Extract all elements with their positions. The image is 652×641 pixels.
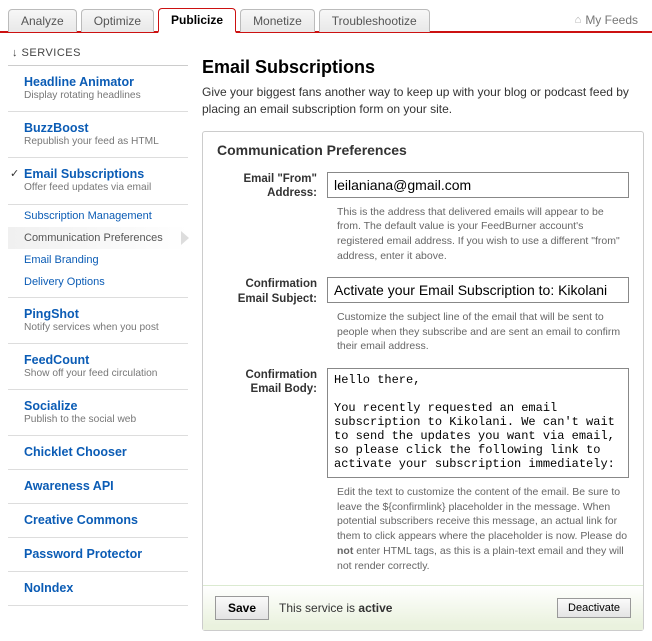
tab-troubleshootize[interactable]: Troubleshootize	[319, 9, 430, 32]
svc-title: Headline Animator	[24, 75, 184, 90]
svc-desc: Publish to the social web	[24, 414, 184, 426]
communication-preferences-panel: Communication Preferences Email "From" A…	[202, 131, 644, 631]
sidebar-item-socialize[interactable]: Socialize Publish to the social web	[8, 390, 188, 436]
confirmation-subject-input[interactable]	[327, 277, 629, 303]
sidebar-sub-subscription-management[interactable]: Subscription Management	[8, 205, 188, 227]
panel-heading: Communication Preferences	[203, 132, 643, 164]
tab-bar: Analyze Optimize Publicize Monetize Trou…	[0, 0, 652, 33]
svc-title: Socialize	[24, 399, 184, 414]
svc-title: Chicklet Chooser	[24, 445, 184, 460]
svc-title: BuzzBoost	[24, 121, 184, 136]
confirmation-body-label: Confirmation Email Body:	[217, 368, 327, 481]
main-content: Email Subscriptions Give your biggest fa…	[188, 33, 652, 641]
save-bar: Save This service is active Deactivate	[203, 585, 643, 630]
from-address-input[interactable]	[327, 172, 629, 198]
sidebar-sub-email-branding[interactable]: Email Branding	[8, 249, 188, 271]
svc-title: Awareness API	[24, 479, 184, 494]
sidebar-sub-delivery-options[interactable]: Delivery Options	[8, 271, 188, 293]
sidebar-item-feedcount[interactable]: FeedCount Show off your feed circulation	[8, 344, 188, 390]
deactivate-button[interactable]: Deactivate	[557, 598, 631, 618]
sidebar-item-email-subscriptions[interactable]: Email Subscriptions Offer feed updates v…	[8, 158, 188, 204]
sidebar-item-buzzboost[interactable]: BuzzBoost Republish your feed as HTML	[8, 112, 188, 158]
confirmation-body-textarea[interactable]	[327, 368, 629, 478]
tab-analyze[interactable]: Analyze	[8, 9, 77, 32]
sidebar-item-pingshot[interactable]: PingShot Notify services when you post	[8, 298, 188, 344]
my-feeds-label: My Feeds	[585, 13, 638, 27]
svc-desc: Republish your feed as HTML	[24, 136, 184, 148]
svc-title: Password Protector	[24, 547, 184, 562]
home-icon: ⌂	[575, 14, 582, 26]
svc-title: Creative Commons	[24, 513, 184, 528]
svc-title: NoIndex	[24, 581, 184, 596]
tab-monetize[interactable]: Monetize	[240, 9, 315, 32]
sidebar-item-chicklet-chooser[interactable]: Chicklet Chooser	[8, 436, 188, 470]
confirmation-body-help: Edit the text to customize the content o…	[203, 481, 643, 579]
service-status: This service is active	[279, 601, 392, 615]
sidebar-item-headline-animator[interactable]: Headline Animator Display rotating headl…	[8, 66, 188, 112]
confirmation-subject-label: Confirmation Email Subject:	[217, 277, 327, 306]
page-title: Email Subscriptions	[202, 57, 644, 78]
tab-optimize[interactable]: Optimize	[81, 9, 154, 32]
services-header: ↓ SERVICES	[8, 45, 188, 66]
svc-title: FeedCount	[24, 353, 184, 368]
svc-title: PingShot	[24, 307, 184, 322]
from-address-help: This is the address that delivered email…	[203, 201, 643, 270]
confirmation-subject-help: Customize the subject line of the email …	[203, 306, 643, 360]
svc-desc: Offer feed updates via email	[24, 182, 184, 194]
sidebar-item-creative-commons[interactable]: Creative Commons	[8, 504, 188, 538]
svc-desc: Display rotating headlines	[24, 90, 184, 102]
svc-desc: Show off your feed circulation	[24, 368, 184, 380]
sidebar-item-password-protector[interactable]: Password Protector	[8, 538, 188, 572]
tab-publicize[interactable]: Publicize	[158, 8, 236, 33]
svc-title: Email Subscriptions	[24, 167, 184, 182]
from-address-label: Email "From" Address:	[217, 172, 327, 201]
sidebar-item-noindex[interactable]: NoIndex	[8, 572, 188, 606]
svc-desc: Notify services when you post	[24, 322, 184, 334]
sidebar-item-awareness-api[interactable]: Awareness API	[8, 470, 188, 504]
services-sidebar: ↓ SERVICES Headline Animator Display rot…	[0, 33, 188, 641]
save-button[interactable]: Save	[215, 596, 269, 620]
page-intro: Give your biggest fans another way to ke…	[202, 84, 644, 119]
my-feeds-link[interactable]: ⌂ My Feeds	[575, 9, 644, 31]
sidebar-sub-communication-preferences[interactable]: Communication Preferences	[8, 227, 188, 249]
